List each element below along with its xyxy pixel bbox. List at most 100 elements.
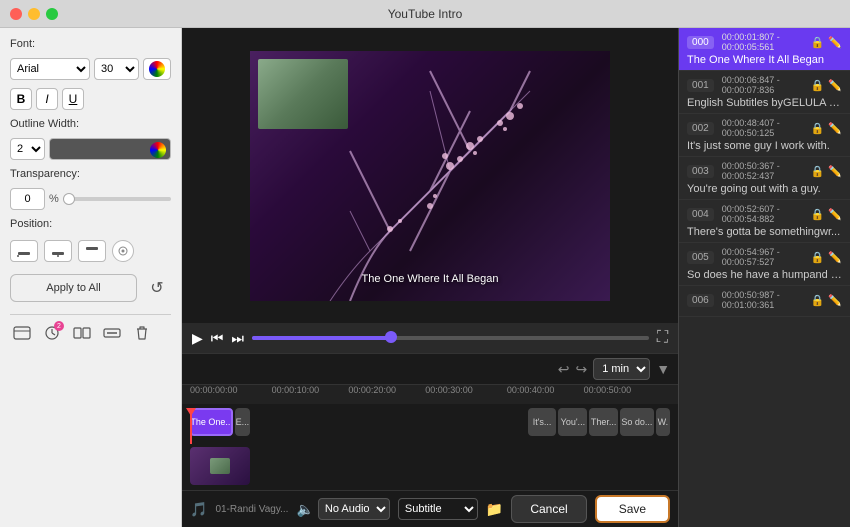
sub-item-header: 004 00:00:52:607 - 00:00:54:882 🔒 ✏️ <box>687 204 842 224</box>
transparency-input[interactable] <box>10 188 45 210</box>
subtitle-item-0[interactable]: 000 00:00:01:807 - 00:00:05:561 🔒 ✏️ The… <box>679 28 850 71</box>
close-button[interactable] <box>10 8 22 20</box>
sub-edit-icon[interactable]: ✏️ <box>828 294 842 307</box>
audio-select-wrap: 🔈 No Audio <box>296 498 389 520</box>
sub-lock-icon[interactable]: 🔒 <box>811 36 825 49</box>
clip-sodo[interactable]: So do... <box>620 408 654 436</box>
main-content: Font: Arial 30 B I U Outline Width: 2 <box>0 28 850 527</box>
clip-you[interactable]: You'... <box>558 408 587 436</box>
font-row: Font: <box>10 38 171 50</box>
apply-to-all-button[interactable]: Apply to All <box>10 274 137 302</box>
sub-text: You're going out with a guy. <box>687 183 842 195</box>
prev-frame-button[interactable]: ⏮ <box>211 330 224 347</box>
subtitle-item-6[interactable]: 006 00:00:50:987 - 00:01:00:361 🔒 ✏️ <box>679 286 850 317</box>
timeline-delete-button[interactable] <box>130 321 154 345</box>
transparency-slider[interactable] <box>63 197 171 201</box>
clip-its[interactable]: It's... <box>528 408 557 436</box>
font-select[interactable]: Arial <box>10 58 90 80</box>
center-area: The One Where It All Began ▶ ⏮ ⏭ ⛶ ↩ ↪ 1… <box>182 28 678 527</box>
timeline-tool-3[interactable] <box>70 321 94 345</box>
clip-w[interactable]: W. <box>656 408 670 436</box>
sub-lock-icon[interactable]: 🔒 <box>811 79 825 92</box>
zoom-dropdown-button[interactable]: ▼ <box>656 361 670 377</box>
folder-button[interactable]: 📁 <box>486 501 503 518</box>
subtitle-item-3[interactable]: 003 00:00:50:367 - 00:00:52:437 🔒 ✏️ You… <box>679 157 850 200</box>
ruler-mark-4: 00:00:40:00 <box>507 385 555 395</box>
outline-width-select[interactable]: 2 <box>10 138 45 160</box>
font-color-button[interactable] <box>143 58 171 80</box>
sub-lock-icon[interactable]: 🔒 <box>811 122 825 135</box>
progress-bar[interactable] <box>252 336 649 340</box>
timeline-tool-1[interactable] <box>10 321 34 345</box>
clip-the-one[interactable]: The One... <box>190 408 233 436</box>
sub-text: It's just some guy I work with. <box>687 140 842 152</box>
fullscreen-button[interactable]: ⛶ <box>657 329 668 347</box>
refresh-button[interactable]: ↺ <box>143 274 171 302</box>
next-frame-button[interactable]: ⏭ <box>231 330 244 347</box>
bold-button[interactable]: B <box>10 88 32 110</box>
subtitle-item-2[interactable]: 002 00:00:48:407 - 00:00:50:125 🔒 ✏️ It'… <box>679 114 850 157</box>
sub-index: 003 <box>687 165 714 178</box>
video-clip-thumbnail[interactable] <box>190 447 250 485</box>
sub-index: 000 <box>687 36 714 49</box>
font-size-select[interactable]: 30 <box>94 58 139 80</box>
timeline-ruler: 00:00:00:00 00:00:10:00 00:00:20:00 00:0… <box>182 384 678 404</box>
minimize-button[interactable] <box>28 8 40 20</box>
position-top-button[interactable] <box>78 240 106 262</box>
clip-e[interactable]: E... <box>235 408 249 436</box>
subtitle-item-4[interactable]: 004 00:00:52:607 - 00:00:54:882 🔒 ✏️ The… <box>679 200 850 243</box>
right-panel: 000 00:00:01:807 - 00:00:05:561 🔒 ✏️ The… <box>678 28 850 527</box>
sub-edit-icon[interactable]: ✏️ <box>828 251 842 264</box>
apply-row: Apply to All ↺ <box>10 274 171 302</box>
slider-thumb <box>63 193 75 205</box>
subtitle-item-1[interactable]: 001 00:00:06:847 - 00:00:07:836 🔒 ✏️ Eng… <box>679 71 850 114</box>
video-frame: The One Where It All Began <box>250 51 610 301</box>
outline-label: Outline Width: <box>10 118 171 130</box>
format-buttons: B I U <box>10 88 171 110</box>
timeline-tool-subtitle[interactable] <box>100 321 124 345</box>
outline-color-circle-icon <box>150 142 166 158</box>
position-bottom-left-button[interactable] <box>10 240 38 262</box>
position-custom-button[interactable] <box>112 240 134 262</box>
subtitle-select[interactable]: Subtitle <box>398 498 478 520</box>
save-button[interactable]: Save <box>595 495 670 523</box>
sub-edit-icon[interactable]: ✏️ <box>828 165 842 178</box>
subtitle-item-5[interactable]: 005 00:00:54:967 - 00:00:57:527 🔒 ✏️ So … <box>679 243 850 286</box>
ruler-mark-2: 00:00:20:00 <box>348 385 396 395</box>
undo-button[interactable]: ↩ <box>558 361 570 378</box>
zoom-select[interactable]: 1 min 2 min 5 min <box>593 358 650 380</box>
sub-index: 002 <box>687 122 714 135</box>
timeline-bottom-bar: 🎵 01-Randi Vagy... 🔈 No Audio Subtitle 📁… <box>182 490 678 527</box>
clip-ther[interactable]: Ther... <box>589 408 618 436</box>
sub-lock-icon[interactable]: 🔒 <box>811 251 825 264</box>
play-button[interactable]: ▶ <box>192 330 203 347</box>
underline-button[interactable]: U <box>62 88 84 110</box>
position-bottom-center-button[interactable] <box>44 240 72 262</box>
position-label: Position: <box>10 218 171 230</box>
subtitle-track: The One... E... It's... You'... Ther... … <box>190 408 670 444</box>
sub-edit-icon[interactable]: ✏️ <box>828 36 842 49</box>
sub-edit-icon[interactable]: ✏️ <box>828 122 842 135</box>
timeline-tool-2[interactable]: 2 <box>40 321 64 345</box>
outline-color-button[interactable] <box>49 138 171 160</box>
sub-text: There's gotta be somethingwr... <box>687 226 842 238</box>
sub-lock-icon[interactable]: 🔒 <box>811 208 825 221</box>
sub-text: So does he have a humpand a... <box>687 269 842 281</box>
font-label: Font: <box>10 38 35 50</box>
timeline-gap <box>252 408 526 444</box>
italic-button[interactable]: I <box>36 88 58 110</box>
sub-edit-icon[interactable]: ✏️ <box>828 208 842 221</box>
ruler-mark-1: 00:00:10:00 <box>272 385 320 395</box>
redo-button[interactable]: ↪ <box>575 361 587 378</box>
sub-lock-icon[interactable]: 🔒 <box>811 165 825 178</box>
sub-lock-icon[interactable]: 🔒 <box>811 294 825 307</box>
audio-select[interactable]: No Audio <box>318 498 390 520</box>
sub-time: 00:00:50:367 - 00:00:52:437 <box>722 161 811 181</box>
sub-index: 004 <box>687 208 714 221</box>
outline-row: 2 <box>10 138 171 160</box>
maximize-button[interactable] <box>46 8 58 20</box>
sub-edit-icon[interactable]: ✏️ <box>828 79 842 92</box>
video-container: The One Where It All Began <box>182 28 678 323</box>
subtitle-select-wrap: Subtitle <box>398 498 478 520</box>
cancel-button[interactable]: Cancel <box>511 495 586 523</box>
